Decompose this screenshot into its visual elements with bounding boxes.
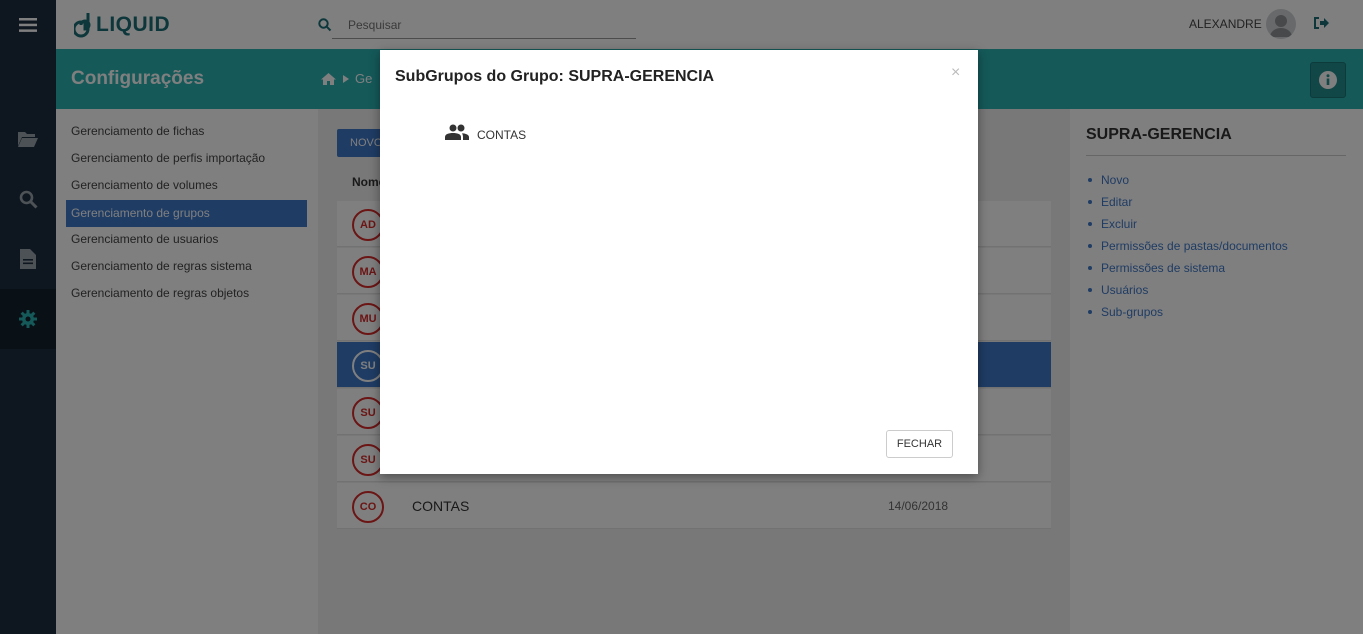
subgroups-modal: SubGrupos do Grupo: SUPRA-GERENCIA × CON… (380, 50, 978, 474)
subgroup-label: CONTAS (477, 128, 527, 142)
group-icon (445, 124, 469, 140)
close-button[interactable]: FECHAR (886, 430, 953, 458)
close-icon[interactable]: × (951, 64, 960, 82)
subgroup-item[interactable]: CONTAS (445, 122, 526, 142)
modal-title: SubGrupos do Grupo: SUPRA-GERENCIA (395, 68, 715, 85)
